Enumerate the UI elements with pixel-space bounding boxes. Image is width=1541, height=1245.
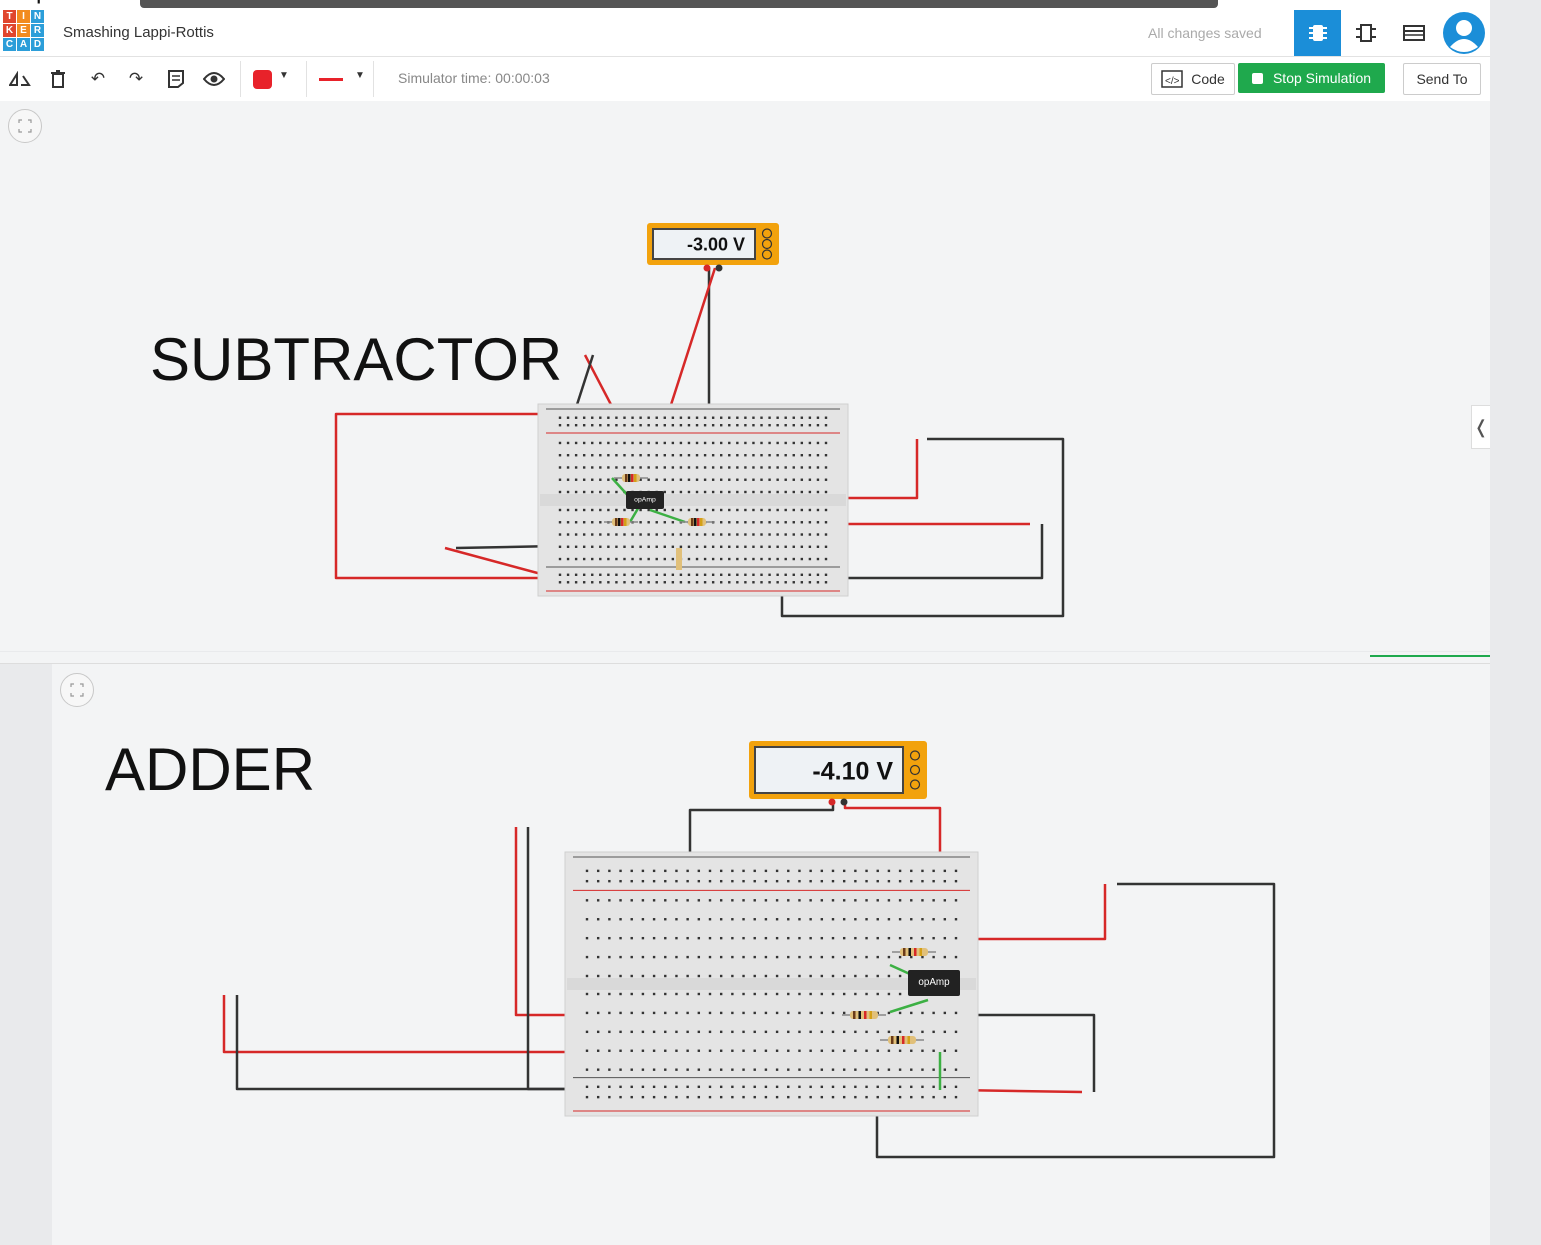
multimeter-readout: -3.00 V (687, 235, 745, 255)
opamp-chip[interactable]: opAmp (908, 970, 960, 996)
supply-voltage-readout: 3.30 mA (0, 0, 62, 4)
subtractor-breadboard[interactable] (537, 403, 849, 597)
opamp-label: opAmp (634, 496, 656, 503)
multimeter[interactable]: -4.10 V (749, 741, 927, 806)
resistor[interactable] (676, 548, 682, 570)
meter-probe-positive[interactable] (828, 798, 836, 806)
multimeter-readout: -4.10 V (812, 757, 893, 785)
meter-probe-positive[interactable] (703, 264, 711, 272)
meter-probe-negative[interactable] (715, 264, 723, 272)
circuit-drawing: opAmp-3.00 V-3.20 mA0.753.30 mA0.756.50 … (0, 0, 1276, 1159)
power-supply[interactable]: 3.30 mA1 (0, 0, 62, 4)
meter-probe-negative[interactable] (840, 798, 848, 806)
opamp-label: opAmp (918, 977, 950, 988)
multimeter[interactable]: -3.00 V (647, 223, 779, 272)
supply-current-readout: 1 (0, 0, 9, 4)
opamp-chip[interactable]: opAmp (626, 491, 664, 509)
wire[interactable] (334, 412, 572, 580)
